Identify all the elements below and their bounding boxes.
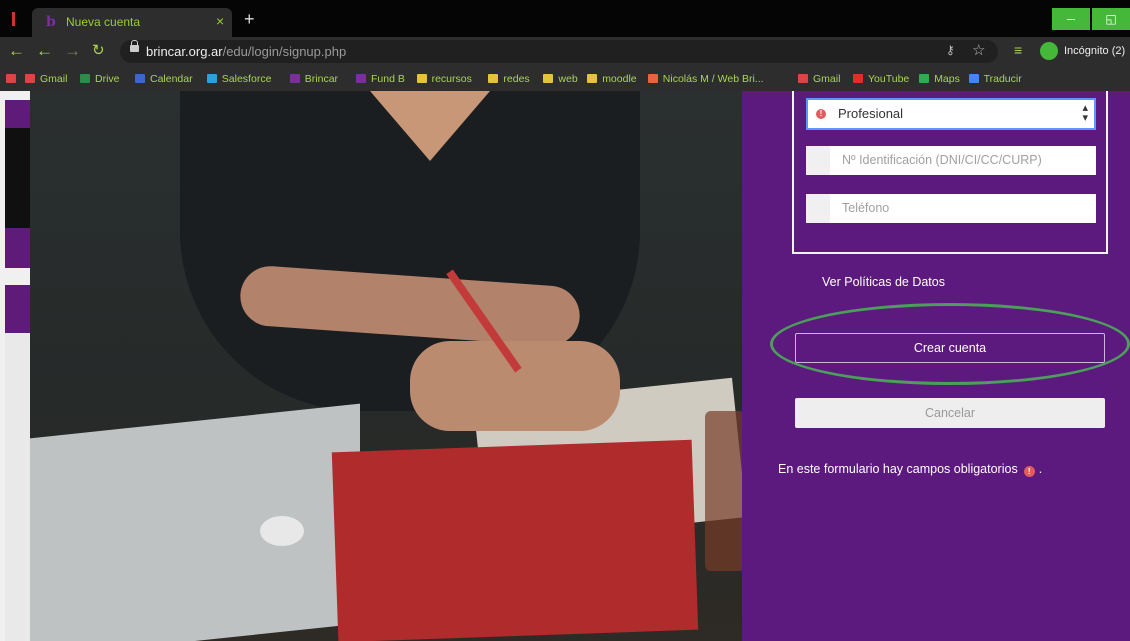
close-icon[interactable]: ×	[216, 13, 224, 29]
bookmark-label: Calendar	[150, 73, 193, 85]
bookmark-item[interactable]: Nicolás M / Web Bri...	[647, 73, 764, 85]
bookmark-label: recursos	[431, 73, 472, 85]
required-icon: !	[816, 109, 826, 119]
background-header	[5, 100, 30, 128]
bookmark-item[interactable]: Salesforce	[206, 73, 272, 85]
phone-placeholder: Teléfono	[842, 201, 890, 215]
id-number-placeholder: Nº Identificación (DNI/CI/CC/CURP)	[842, 153, 1042, 167]
minimize-button[interactable]: –	[1052, 8, 1090, 30]
browser-tab-bar: b Nueva cuenta × + – ◱	[0, 0, 1130, 37]
bookmark-item[interactable]: Gmail	[25, 73, 67, 85]
bookmark-label: web	[558, 73, 578, 85]
profile-select-value: Profesional	[838, 106, 904, 121]
bookmark-label: Nicolás M / Web Bri...	[662, 73, 764, 85]
bookmark-icon	[798, 74, 808, 83]
bookmark-icon	[206, 74, 217, 83]
phone-field[interactable]: Teléfono	[806, 194, 1096, 223]
tab-strip-marker	[12, 12, 15, 26]
bookmark-label: Drive	[95, 73, 120, 85]
id-number-field[interactable]: Nº Identificación (DNI/CI/CC/CURP)	[806, 146, 1096, 175]
required-note-suffix: .	[1038, 462, 1043, 476]
data-policy-link[interactable]: Ver Políticas de Datos	[822, 275, 945, 289]
star-icon[interactable]: ☆	[972, 41, 985, 59]
photo-red-notebook	[331, 439, 699, 641]
bookmark-label: Traducir	[983, 73, 1022, 85]
bookmark-icon	[853, 74, 863, 83]
apple-logo-icon	[260, 516, 304, 546]
bookmarks-bar: Gmail Drive Calendar Salesforce Brincar Fund …	[0, 67, 1130, 91]
bookmark-icon	[968, 74, 979, 83]
bookmark-item[interactable]: YouTube	[853, 73, 909, 85]
bookmark-icon	[6, 74, 16, 83]
bookmark-item[interactable]	[6, 73, 21, 85]
tab-title: Nueva cuenta	[66, 15, 141, 29]
incognito-label[interactable]: Incógnito (2)	[1064, 45, 1125, 57]
incognito-icon[interactable]	[1040, 42, 1058, 60]
bookmark-icon	[647, 74, 658, 83]
photo-hand	[410, 341, 620, 431]
bookmark-label: redes	[503, 73, 530, 85]
url-text: brincar.org.ar/edu/login/signup.php	[146, 44, 347, 59]
bookmark-item[interactable]: Maps	[919, 73, 960, 85]
required-icon: !	[1023, 466, 1035, 477]
address-bar[interactable]: brincar.org.ar/edu/login/signup.php ⚷ ☆	[120, 40, 998, 63]
bookmark-label: moodle	[602, 73, 637, 85]
bookmark-label: Gmail	[40, 73, 68, 85]
bookmark-icon	[416, 74, 427, 83]
bookmark-item[interactable]: web	[543, 73, 578, 85]
bookmark-icon	[356, 74, 366, 83]
bookmark-icon	[488, 74, 499, 83]
back-arrow-icon[interactable]: ←	[8, 41, 25, 61]
profile-select[interactable]: ! Profesional ▴ ▾	[806, 98, 1096, 130]
brincar-favicon-icon: b	[46, 14, 56, 30]
background-content	[5, 333, 30, 641]
new-tab-button[interactable]: +	[244, 10, 255, 28]
background-band	[5, 228, 30, 268]
back-arrow-icon-secondary[interactable]: ←	[36, 41, 53, 61]
background-browser-ghost	[5, 128, 30, 228]
bookmark-label: Gmail	[813, 73, 841, 85]
annotation-highlight-oval	[770, 303, 1130, 385]
reload-icon[interactable]: ↻	[92, 41, 105, 61]
bookmark-label: Brincar	[304, 73, 339, 85]
bookmark-icon	[543, 74, 554, 83]
bookmark-item[interactable]: Calendar	[135, 73, 193, 85]
background-band	[5, 285, 30, 333]
photo-jar	[705, 411, 742, 571]
bookmark-icon	[587, 74, 598, 83]
photo-laptop	[30, 403, 360, 641]
bookmark-icon	[25, 74, 35, 83]
bookmark-item[interactable]: Traducir	[968, 73, 1022, 85]
browser-toolbar: ← ← → ↻ brincar.org.ar/edu/login/signup.…	[0, 37, 1130, 67]
forward-arrow-icon[interactable]: →	[64, 41, 81, 61]
bookmark-item[interactable]: redes	[488, 73, 530, 85]
bookmark-icon	[919, 74, 930, 83]
bookmark-label: YouTube	[868, 73, 910, 85]
bookmark-item[interactable]: Drive	[80, 73, 120, 85]
cancel-button[interactable]: Cancelar	[795, 398, 1105, 428]
select-arrows-icon: ▴ ▾	[1082, 102, 1088, 124]
lock-icon	[130, 40, 139, 52]
tab-nueva-cuenta[interactable]: b Nueva cuenta ×	[32, 8, 232, 37]
bookmark-label: Salesforce	[221, 73, 272, 85]
bookmark-item[interactable]: Fund B	[356, 73, 405, 85]
bookmark-icon	[80, 74, 90, 83]
reading-list-icon[interactable]: ≡	[1014, 42, 1022, 58]
restore-button[interactable]: ◱	[1092, 8, 1130, 30]
bookmark-item[interactable]: moodle	[587, 73, 637, 85]
required-fields-text: En este formulario hay campos obligatori…	[778, 462, 1018, 476]
key-icon[interactable]: ⚷	[946, 43, 955, 57]
bookmark-item[interactable]: recursos	[416, 73, 472, 85]
hero-photo	[30, 91, 742, 641]
bookmark-label: Fund B	[371, 73, 405, 85]
required-fields-note: En este formulario hay campos obligatori…	[778, 462, 1042, 477]
bookmark-item[interactable]: Brincar	[289, 73, 339, 85]
bookmark-icon	[135, 74, 145, 83]
bookmark-item[interactable]: Gmail	[798, 73, 840, 85]
bookmark-icon	[289, 74, 300, 83]
bookmark-label: Maps	[934, 73, 960, 85]
